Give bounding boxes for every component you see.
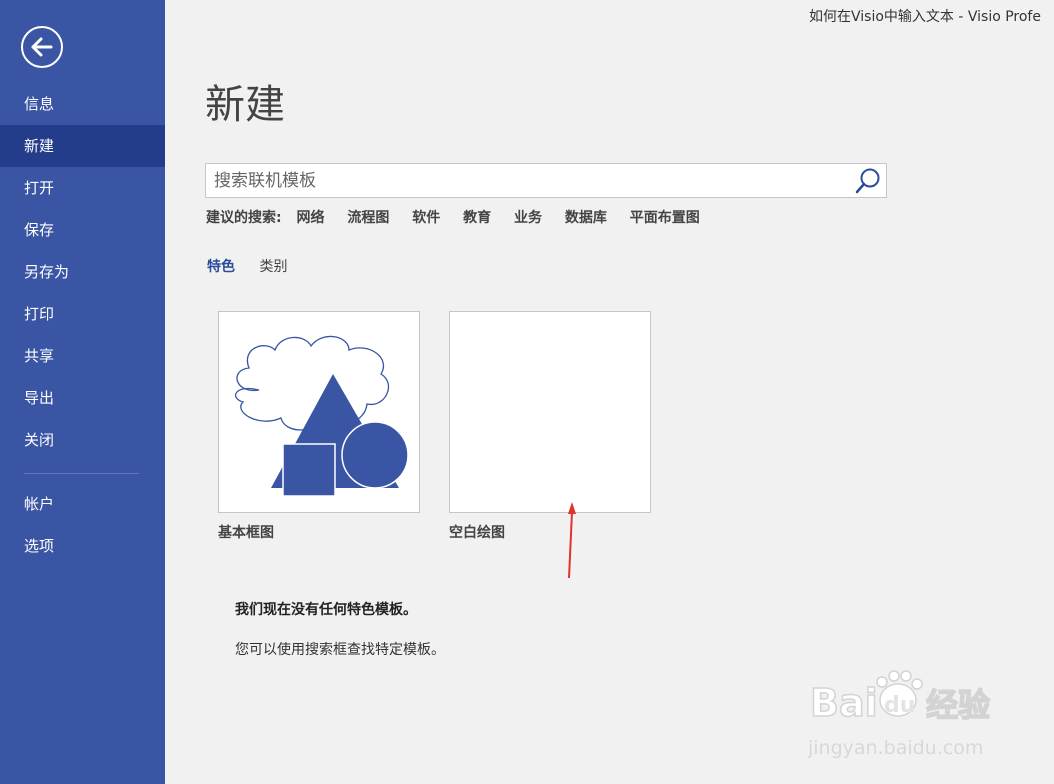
- basic-diagram-thumbnail-icon: [234, 335, 409, 497]
- back-button[interactable]: [21, 26, 63, 68]
- suggested-link-software[interactable]: 软件: [412, 210, 440, 226]
- search-icon: [855, 168, 880, 194]
- template-search-box: [205, 163, 887, 198]
- no-featured-message: 我们现在没有任何特色模板。: [235, 602, 417, 618]
- backstage-menu-bottom: 帐户 选项: [0, 483, 165, 567]
- menu-item-close[interactable]: 关闭: [0, 419, 165, 461]
- menu-item-print[interactable]: 打印: [0, 293, 165, 335]
- menu-item-account[interactable]: 帐户: [0, 483, 165, 525]
- suggested-link-business[interactable]: 业务: [514, 210, 542, 226]
- menu-item-save-as[interactable]: 另存为: [0, 251, 165, 293]
- svg-text:du: du: [884, 693, 915, 718]
- red-arrow-annotation-icon: [568, 502, 576, 579]
- backstage-sidebar: 信息 新建 打开 保存 另存为 打印 共享 导出 关闭 帐户 选项: [0, 0, 165, 784]
- menu-item-new[interactable]: 新建: [0, 125, 165, 167]
- page-title: 新建: [205, 82, 285, 128]
- suggested-link-database[interactable]: 数据库: [565, 210, 607, 226]
- backstage-menu: 信息 新建 打开 保存 另存为 打印 共享 导出 关闭: [0, 83, 165, 461]
- suggested-link-flowchart[interactable]: 流程图: [347, 210, 389, 226]
- watermark-jingyan: 经验: [926, 686, 990, 724]
- search-input[interactable]: [206, 164, 844, 197]
- menu-item-share[interactable]: 共享: [0, 335, 165, 377]
- suggested-link-network[interactable]: 网络: [296, 210, 324, 226]
- paw-icon: du: [876, 670, 923, 718]
- search-button[interactable]: [850, 164, 886, 197]
- suggested-searches-label: 建议的搜索:: [206, 210, 282, 226]
- suggested-link-education[interactable]: 教育: [463, 210, 491, 226]
- menu-divider: [24, 473, 139, 474]
- menu-item-save[interactable]: 保存: [0, 209, 165, 251]
- menu-item-open[interactable]: 打开: [0, 167, 165, 209]
- back-arrow-icon: [31, 37, 53, 57]
- template-label-basic-diagram[interactable]: 基本框图: [218, 522, 274, 542]
- baidu-watermark-logo: Bai du 经验 jingyan.baidu.com: [808, 670, 991, 759]
- template-tabs: 特色 类别: [207, 256, 307, 276]
- template-label-blank-drawing[interactable]: 空白绘图: [449, 522, 505, 542]
- tab-featured[interactable]: 特色: [207, 256, 235, 276]
- menu-item-options[interactable]: 选项: [0, 525, 165, 567]
- template-tile-blank-drawing[interactable]: [449, 311, 651, 513]
- search-hint-message: 您可以使用搜索框查找特定模板。: [235, 642, 445, 658]
- menu-item-info[interactable]: 信息: [0, 83, 165, 125]
- watermark-bai: Bai: [810, 681, 878, 725]
- tab-categories[interactable]: 类别: [259, 256, 287, 276]
- menu-item-export[interactable]: 导出: [0, 377, 165, 419]
- watermark-url: jingyan.baidu.com: [808, 737, 983, 759]
- window-title: 如何在Visio中输入文本 - Visio Profe: [809, 9, 1041, 25]
- suggested-link-floor-plan[interactable]: 平面布置图: [630, 210, 700, 226]
- suggested-searches: 建议的搜索: 网络 流程图 软件 教育 业务 数据库 平面布置图: [206, 207, 718, 227]
- template-tile-basic-diagram[interactable]: [218, 311, 420, 513]
